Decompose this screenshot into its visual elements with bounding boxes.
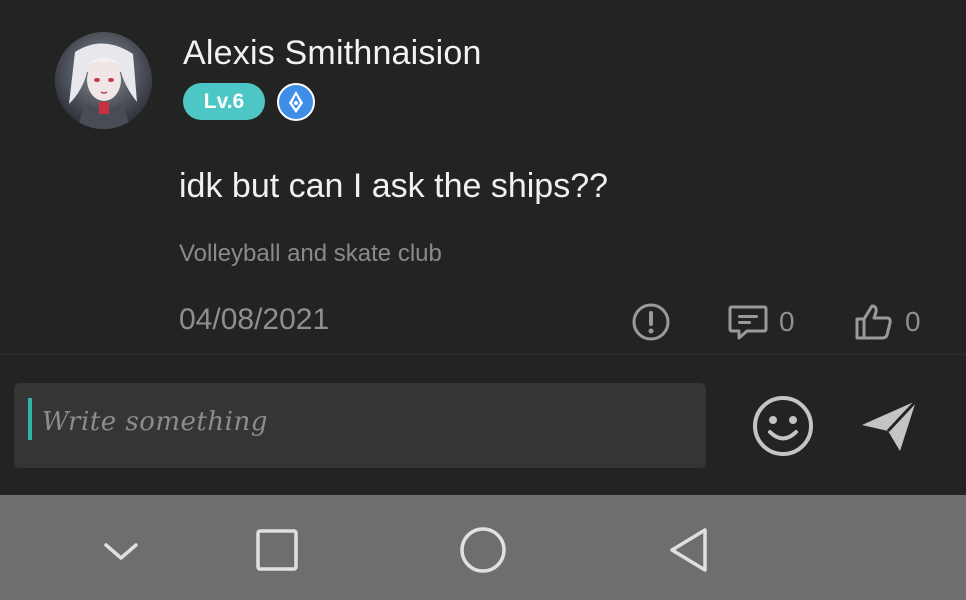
community-name[interactable]: Volleyball and skate club	[179, 240, 442, 268]
report-button[interactable]	[631, 300, 671, 344]
triangle-back-icon	[670, 528, 707, 572]
comments-button[interactable]: 0	[727, 300, 795, 344]
text-cursor	[28, 398, 32, 440]
nav-home-button[interactable]	[456, 523, 510, 577]
paper-plane-icon	[862, 399, 918, 451]
comment-composer: Write something	[0, 355, 966, 495]
like-button[interactable]: 0	[853, 300, 921, 344]
smiley-icon	[753, 396, 813, 456]
post-message: idk but can I ask the ships??	[179, 167, 609, 205]
avatar-image	[55, 32, 152, 129]
comment-input[interactable]: Write something	[14, 383, 706, 468]
title-badge-icon	[277, 83, 315, 121]
system-navigation-bar	[0, 495, 966, 600]
chevron-down-icon	[104, 543, 138, 560]
nav-hide-button[interactable]	[94, 523, 148, 577]
send-button[interactable]	[858, 395, 920, 457]
thumbs-up-icon	[855, 304, 892, 340]
level-badge: Lv.6	[183, 83, 265, 120]
username[interactable]: Alexis Smithnaision	[183, 34, 482, 73]
avatar[interactable]	[55, 32, 152, 129]
post-card: Alexis Smithnaision Lv.6 idk but can I a…	[0, 0, 966, 355]
nav-recent-apps-button[interactable]	[250, 523, 304, 577]
like-count: 0	[905, 306, 921, 337]
comment-bubble-icon	[728, 305, 768, 340]
comment-placeholder: Write something	[42, 407, 268, 437]
post-date: 04/08/2021	[179, 303, 330, 336]
comment-count: 0	[779, 306, 795, 337]
exclamation-circle-icon	[632, 303, 670, 341]
emoji-button[interactable]	[750, 393, 816, 459]
square-icon	[256, 529, 298, 571]
nav-back-button[interactable]	[662, 523, 716, 577]
circle-icon	[460, 527, 506, 573]
